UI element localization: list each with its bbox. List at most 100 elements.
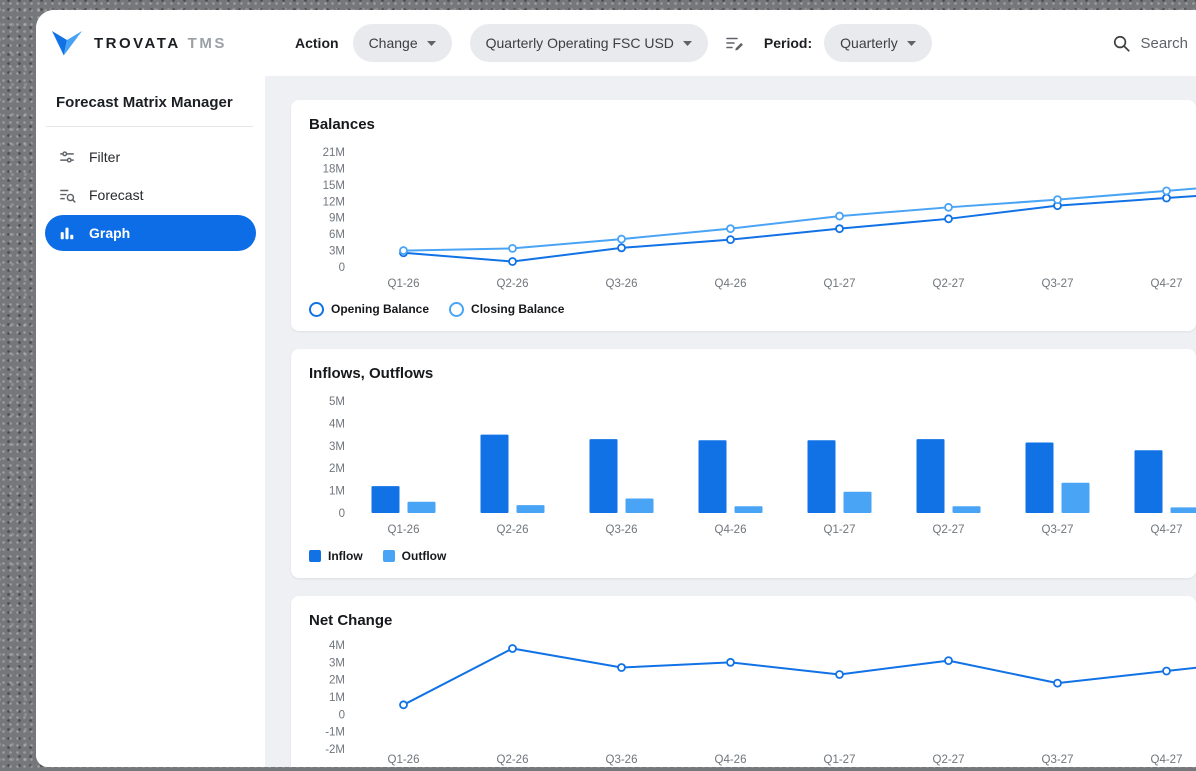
sidebar-item-forecast[interactable]: Forecast xyxy=(45,177,256,213)
svg-text:Q3-26: Q3-26 xyxy=(606,278,638,290)
svg-text:Q4-26: Q4-26 xyxy=(715,524,747,536)
svg-text:Q2-26: Q2-26 xyxy=(497,524,529,536)
svg-text:9M: 9M xyxy=(329,213,345,225)
legend-circle-marker xyxy=(449,302,464,317)
action-label: Action xyxy=(295,35,339,51)
change-dropdown[interactable]: Change xyxy=(353,24,452,62)
sidebar-item-label: Graph xyxy=(89,225,130,241)
svg-text:15M: 15M xyxy=(323,180,345,192)
svg-text:1M: 1M xyxy=(329,486,345,498)
period-label: Period: xyxy=(764,35,812,51)
legend-square-marker xyxy=(309,550,321,562)
svg-text:Q2-27: Q2-27 xyxy=(933,754,965,766)
legend-square-marker xyxy=(383,550,395,562)
svg-text:Q2-26: Q2-26 xyxy=(497,278,529,290)
svg-text:2M: 2M xyxy=(329,463,345,475)
svg-text:Q2-27: Q2-27 xyxy=(933,278,965,290)
svg-text:5M: 5M xyxy=(329,396,345,408)
svg-text:21M: 21M xyxy=(323,147,345,159)
legend-item-outflow[interactable]: Outflow xyxy=(383,549,447,563)
svg-text:Q2-27: Q2-27 xyxy=(933,524,965,536)
svg-text:Q3-26: Q3-26 xyxy=(606,524,638,536)
svg-text:-1M: -1M xyxy=(325,727,345,739)
trovata-logo-icon xyxy=(50,28,84,58)
svg-text:Q1-27: Q1-27 xyxy=(824,524,856,536)
svg-text:Q3-27: Q3-27 xyxy=(1042,278,1074,290)
scenario-dropdown-value: Quarterly Operating FSC USD xyxy=(486,35,674,51)
svg-text:Q3-27: Q3-27 xyxy=(1042,524,1074,536)
inflows-outflows-card: Inflows, Outflows 5M 4M 3M 2M 1M 0 Q1-26 Q2-26 Q… xyxy=(291,349,1196,578)
svg-text:Q4-26: Q4-26 xyxy=(715,754,747,766)
forecast-search-icon xyxy=(58,186,76,204)
svg-text:Q4-26: Q4-26 xyxy=(715,278,747,290)
svg-text:Q4-27: Q4-27 xyxy=(1151,524,1183,536)
svg-text:Q4-27: Q4-27 xyxy=(1151,754,1183,766)
balances-line-chart: 21M 18M 15M 12M 9M 6M 3M 0 Q1-26 Q2-26 Q3-26 Q4-26 Q… xyxy=(309,141,1196,293)
card-title-inflows-outflows: Inflows, Outflows xyxy=(309,363,1196,384)
balances-card: Balances 21M 18M 15M 12M 9M 6M 3M 0 Q1-26 Q2-26 Q3… xyxy=(291,100,1196,331)
svg-text:0: 0 xyxy=(339,508,345,520)
svg-text:Q1-26: Q1-26 xyxy=(388,278,420,290)
app-header: TROVATA TMS Action Change Quarterly Oper… xyxy=(36,10,1196,76)
svg-text:2M: 2M xyxy=(329,675,345,687)
card-title-net-change: Net Change xyxy=(309,610,1196,631)
svg-text:0: 0 xyxy=(339,262,345,274)
legend-item-closing-balance[interactable]: Closing Balance xyxy=(449,302,564,317)
svg-text:Q4-27: Q4-27 xyxy=(1151,278,1183,290)
svg-text:Q1-26: Q1-26 xyxy=(388,754,420,766)
legend-circle-marker xyxy=(309,302,324,317)
brand[interactable]: TROVATA TMS xyxy=(50,28,265,58)
chevron-down-icon xyxy=(427,41,436,46)
edit-list-icon xyxy=(724,33,744,53)
legend-label: Closing Balance xyxy=(471,302,564,316)
svg-text:-2M: -2M xyxy=(325,744,345,756)
app-window: TROVATA TMS Action Change Quarterly Oper… xyxy=(36,10,1196,767)
svg-text:Q1-27: Q1-27 xyxy=(824,278,856,290)
change-dropdown-value: Change xyxy=(369,35,418,51)
sidebar-divider xyxy=(46,126,253,127)
sidebar-item-label: Filter xyxy=(89,149,120,165)
net-change-card: Net Change 4M3M2M1M0-1M-2MQ1-26Q2-26Q3-2… xyxy=(291,596,1196,767)
svg-text:Q1-26: Q1-26 xyxy=(388,524,420,536)
main-content: Balances 21M 18M 15M 12M 9M 6M 3M 0 Q1-26 Q2-26 Q3… xyxy=(265,76,1196,767)
inflows-outflows-legend: Inflow Outflow xyxy=(309,544,1196,568)
brand-suffix: TMS xyxy=(188,35,227,52)
sidebar-nav: Filter Forecast xyxy=(36,133,265,251)
brand-name: TROVATA xyxy=(94,35,181,52)
scenario-dropdown[interactable]: Quarterly Operating FSC USD xyxy=(470,24,708,62)
svg-text:Q3-27: Q3-27 xyxy=(1042,754,1074,766)
search-button[interactable]: Search xyxy=(1112,34,1190,53)
svg-text:3M: 3M xyxy=(329,246,345,258)
filter-icon xyxy=(58,148,76,166)
bar-chart-icon xyxy=(58,224,76,242)
period-dropdown[interactable]: Quarterly xyxy=(824,24,932,62)
sidebar-item-graph[interactable]: Graph xyxy=(45,215,256,251)
svg-text:1M: 1M xyxy=(329,692,345,704)
svg-text:3M: 3M xyxy=(329,657,345,669)
body-row: Forecast Matrix Manager Filter xyxy=(36,76,1196,767)
search-icon xyxy=(1112,34,1131,53)
net-change-line-chart: 4M3M2M1M0-1M-2MQ1-26Q2-26Q3-26Q4-26Q1-27… xyxy=(309,637,1196,767)
period-dropdown-value: Quarterly xyxy=(840,35,898,51)
svg-text:18M: 18M xyxy=(323,163,345,175)
edit-scenario-button[interactable] xyxy=(720,29,748,57)
card-title-balances: Balances xyxy=(309,114,1196,135)
sidebar-item-label: Forecast xyxy=(89,187,143,203)
inflows-outflows-bar-chart: 5M 4M 3M 2M 1M 0 Q1-26 Q2-26 Q3-26 Q4-26 Q1-27 Q2-2… xyxy=(309,390,1196,540)
sidebar: Forecast Matrix Manager Filter xyxy=(36,76,265,767)
sidebar-item-filter[interactable]: Filter xyxy=(45,139,256,175)
svg-text:12M: 12M xyxy=(323,196,345,208)
legend-item-inflow[interactable]: Inflow xyxy=(309,549,363,563)
legend-label: Inflow xyxy=(328,549,363,563)
svg-text:4M: 4M xyxy=(329,418,345,430)
balances-legend: Opening Balance Closing Balance xyxy=(309,297,1196,321)
legend-item-opening-balance[interactable]: Opening Balance xyxy=(309,302,429,317)
chevron-down-icon xyxy=(683,41,692,46)
chevron-down-icon xyxy=(907,41,916,46)
svg-text:6M: 6M xyxy=(329,229,345,241)
svg-text:Q2-26: Q2-26 xyxy=(497,754,529,766)
svg-text:0: 0 xyxy=(339,709,345,721)
svg-text:3M: 3M xyxy=(329,441,345,453)
svg-text:Q3-26: Q3-26 xyxy=(606,754,638,766)
sidebar-title: Forecast Matrix Manager xyxy=(36,92,265,114)
